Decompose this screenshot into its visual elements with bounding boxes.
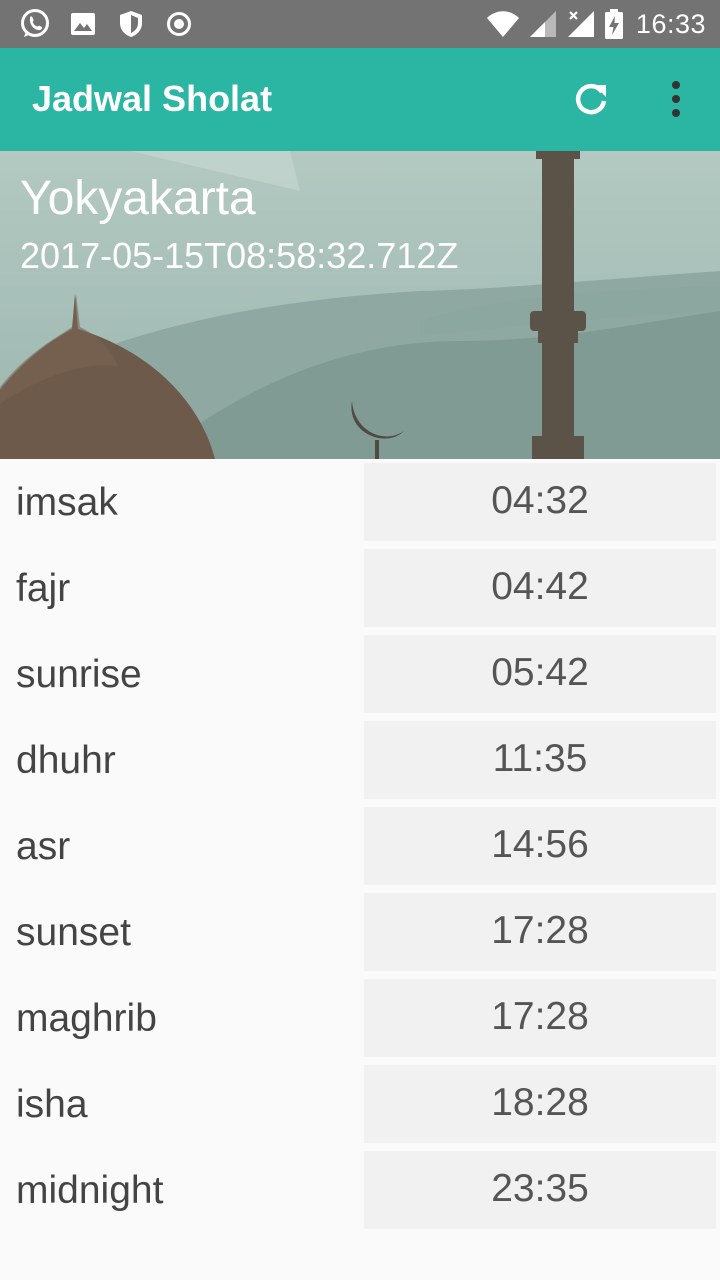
signal-icon bbox=[528, 7, 558, 41]
prayer-name: fajr bbox=[16, 567, 71, 610]
prayer-time-cell: 05:42 bbox=[364, 635, 716, 713]
current-datetime: 2017-05-15T08:58:32.712Z bbox=[20, 235, 459, 276]
prayer-time: 18:28 bbox=[491, 1081, 589, 1124]
prayer-name: sunrise bbox=[16, 653, 142, 696]
prayer-row-midnight: midnight 23:35 bbox=[0, 1147, 720, 1233]
status-bar-notifications bbox=[18, 0, 210, 48]
prayer-name: sunset bbox=[16, 911, 131, 954]
prayer-row-sunset: sunset 17:28 bbox=[0, 889, 720, 975]
prayer-time-cell: 18:28 bbox=[364, 1065, 716, 1143]
prayer-time-cell: 17:28 bbox=[364, 893, 716, 971]
status-bar: 16:33 bbox=[0, 0, 720, 48]
prayer-time-cell: 14:56 bbox=[364, 807, 716, 885]
prayer-time: 04:42 bbox=[491, 565, 589, 608]
more-vert-icon bbox=[670, 79, 682, 124]
prayer-time-cell: 23:35 bbox=[364, 1151, 716, 1229]
prayer-time: 23:35 bbox=[491, 1167, 589, 1210]
prayer-time: 17:28 bbox=[491, 909, 589, 952]
prayer-name: maghrib bbox=[16, 997, 157, 1040]
prayer-name: dhuhr bbox=[16, 739, 116, 782]
prayer-name: midnight bbox=[16, 1169, 164, 1212]
more-options-button[interactable] bbox=[656, 76, 696, 126]
prayer-row-maghrib: maghrib 17:28 bbox=[0, 975, 720, 1061]
prayer-row-isha: isha 18:28 bbox=[0, 1061, 720, 1147]
wifi-icon bbox=[486, 7, 520, 41]
prayer-time-cell: 04:32 bbox=[364, 463, 716, 541]
prayer-time: 05:42 bbox=[491, 651, 589, 694]
shield-icon bbox=[114, 7, 148, 41]
prayer-row-asr: asr 14:56 bbox=[0, 803, 720, 889]
prayer-row-fajr: fajr 04:42 bbox=[0, 545, 720, 631]
app-title: Jadwal Sholat bbox=[32, 78, 273, 119]
prayer-time: 04:32 bbox=[491, 479, 589, 522]
no-sim-signal-icon bbox=[566, 7, 596, 41]
prayer-time-cell: 04:42 bbox=[364, 549, 716, 627]
prayer-name: isha bbox=[16, 1083, 88, 1126]
status-bar-time: 16:33 bbox=[635, 8, 706, 39]
prayer-row-sunrise: sunrise 05:42 bbox=[0, 631, 720, 717]
refresh-button[interactable] bbox=[566, 76, 616, 126]
battery-charging-icon bbox=[604, 7, 624, 41]
prayer-name: imsak bbox=[16, 481, 118, 524]
prayer-time: 11:35 bbox=[492, 737, 588, 780]
whatsapp-icon bbox=[18, 7, 52, 41]
prayer-row-dhuhr: dhuhr 11:35 bbox=[0, 717, 720, 803]
prayer-time: 14:56 bbox=[491, 823, 589, 866]
prayer-time-cell: 11:35 bbox=[364, 721, 716, 799]
status-bar-system: 16:33 bbox=[478, 0, 706, 48]
prayer-row-imsak: imsak 04:32 bbox=[0, 459, 720, 545]
refresh-icon bbox=[570, 78, 612, 125]
app-bar: Jadwal Sholat bbox=[0, 48, 720, 151]
image-icon bbox=[66, 7, 100, 41]
prayer-time: 17:28 bbox=[491, 995, 589, 1038]
location-header: Yokyakarta 2017-05-15T08:58:32.712Z bbox=[0, 151, 720, 459]
prayer-name: asr bbox=[16, 825, 71, 868]
record-icon bbox=[162, 7, 196, 41]
city-name: Yokyakarta bbox=[20, 172, 256, 225]
prayer-time-cell: 17:28 bbox=[364, 979, 716, 1057]
